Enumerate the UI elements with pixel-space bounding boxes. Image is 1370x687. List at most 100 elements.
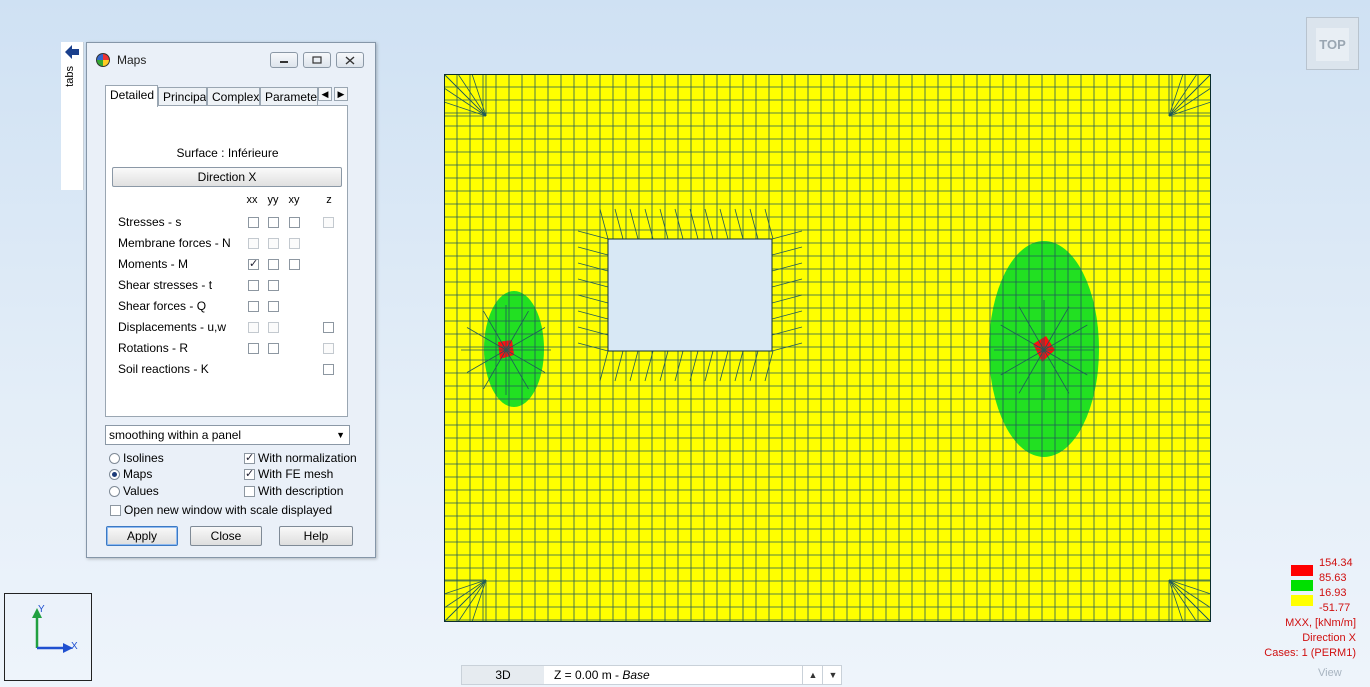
open-new-window-label: Open new window with scale displayed [124, 503, 333, 517]
radio-maps-label: Maps [123, 467, 153, 481]
legend-swatch-2 [1291, 580, 1313, 591]
level-down-icon[interactable]: ▼ [822, 666, 843, 684]
view-label: View [1318, 667, 1342, 679]
arrow-left-icon[interactable] [64, 44, 80, 60]
app-icon [96, 53, 110, 67]
checkbox-yy[interactable] [268, 343, 279, 354]
tab-scroll-right-icon[interactable]: ▶ [334, 87, 348, 101]
chevron-down-icon: ▼ [336, 430, 345, 440]
row-label: Stresses - s [118, 215, 182, 229]
axis-indicator: Y X [4, 593, 92, 681]
with-description-label: With description [258, 484, 344, 498]
help-button[interactable]: Help [279, 526, 353, 546]
checkbox-xx[interactable] [248, 217, 259, 228]
checkbox-xx[interactable] [248, 301, 259, 312]
minimize-icon [280, 61, 288, 63]
legend-direction: Direction X [1302, 632, 1356, 644]
detailed-panel: Surface : Inférieure Direction X xx yy x… [105, 105, 348, 417]
checkbox-xx [248, 322, 259, 333]
legend-swatch-3 [1291, 595, 1313, 606]
direction-button[interactable]: Direction X [112, 167, 342, 187]
radio-isolines[interactable] [109, 453, 120, 464]
surface-label: Surface : Inférieure [176, 146, 279, 160]
axis-icon: Y X [32, 604, 78, 653]
level-up-icon[interactable]: ▲ [802, 666, 823, 684]
legend-quantity: MXX, [kNm/m] [1285, 617, 1356, 629]
tabs-strip[interactable]: tabs [61, 42, 84, 190]
close-window-button[interactable] [336, 52, 364, 68]
tabs-label: tabs [64, 66, 76, 87]
checkbox-yy[interactable] [268, 301, 279, 312]
checkbox-xy[interactable] [289, 259, 300, 270]
row-label: Rotations - R [118, 341, 189, 355]
checkbox-z[interactable] [323, 322, 334, 333]
checkbox-z[interactable] [323, 364, 334, 375]
view-cube[interactable]: TOP [1306, 17, 1359, 70]
row-label: Displacements - u,w [118, 320, 227, 334]
legend-value-2: 85.63 [1319, 572, 1347, 584]
maximize-icon [312, 56, 322, 64]
close-button[interactable]: Close [190, 526, 262, 546]
checkbox-yy[interactable] [268, 259, 279, 270]
axis-y-label: Y [38, 604, 45, 615]
legend-value-4: -51.77 [1319, 602, 1351, 614]
tab-complex[interactable]: Complex [207, 87, 260, 105]
axis-x-label: X [71, 641, 78, 652]
row-label: Moments - M [118, 257, 189, 271]
radio-values-label: Values [123, 484, 159, 498]
legend-value-1: 154.34 [1319, 557, 1353, 569]
with-normalization-label: With normalization [258, 451, 357, 465]
plate-opening [607, 238, 773, 352]
z-level-name: Base [622, 668, 650, 682]
maps-dialog: Maps Detailed Principal Complex Paramete… [86, 42, 376, 558]
column-header-xy: xy [288, 194, 300, 206]
checkbox-xx[interactable] [248, 257, 259, 270]
row-label: Soil reactions - K [118, 362, 209, 376]
fe-map-view[interactable] [444, 74, 1211, 622]
dialog-title-bar[interactable]: Maps [87, 43, 375, 75]
tab-detailed[interactable]: Detailed [105, 85, 158, 107]
checkbox-yy[interactable] [268, 280, 279, 291]
checkbox-with-fe-mesh[interactable] [244, 467, 255, 480]
column-header-yy: yy [267, 194, 279, 206]
checkbox-yy [268, 238, 279, 249]
smoothing-select[interactable]: smoothing within a panel ▼ [105, 425, 350, 445]
checkbox-with-normalization[interactable] [244, 451, 255, 464]
column-header-z: z [326, 194, 332, 206]
checkbox-xx [248, 238, 259, 249]
radio-maps[interactable] [109, 469, 120, 480]
checkbox-z [323, 217, 334, 228]
level-bar: 3D Z = 0.00 m - Base ▲ ▼ [461, 665, 842, 685]
checkbox-xy[interactable] [289, 217, 300, 228]
view-cube-label: TOP [1316, 28, 1349, 61]
tab-parameter[interactable]: Parameter [260, 87, 318, 105]
row-label: Shear forces - Q [118, 299, 207, 313]
tab-principal[interactable]: Principal [158, 87, 207, 105]
legend-cases: Cases: 1 (PERM1) [1264, 647, 1356, 659]
z-level[interactable]: Z = 0.00 m - Base [554, 666, 650, 684]
legend-value-3: 16.93 [1319, 587, 1347, 599]
row-label: Membrane forces - N [118, 236, 231, 250]
maximize-button[interactable] [303, 52, 331, 68]
checkbox-open-new-window[interactable] [110, 505, 121, 516]
row-label: Shear stresses - t [118, 278, 213, 292]
tab-scroll-left-icon[interactable]: ◀ [318, 87, 332, 101]
radio-isolines-label: Isolines [123, 451, 164, 465]
checkbox-yy[interactable] [268, 217, 279, 228]
apply-button[interactable]: Apply [106, 526, 178, 546]
checkbox-z [323, 343, 334, 354]
smoothing-value: smoothing within a panel [109, 428, 242, 442]
mode-3d-button[interactable]: 3D [462, 666, 544, 684]
close-icon [345, 56, 355, 65]
radio-values[interactable] [109, 486, 120, 497]
checkbox-with-description[interactable] [244, 486, 255, 497]
checkbox-xx[interactable] [248, 343, 259, 354]
checkbox-xx[interactable] [248, 280, 259, 291]
checkbox-xy [289, 238, 300, 249]
minimize-button[interactable] [270, 52, 298, 68]
checkbox-yy [268, 322, 279, 333]
with-fe-mesh-label: With FE mesh [258, 467, 334, 481]
z-level-prefix: Z = 0.00 m - [554, 668, 623, 682]
dialog-title: Maps [117, 53, 147, 67]
column-header-xx: xx [246, 194, 258, 206]
